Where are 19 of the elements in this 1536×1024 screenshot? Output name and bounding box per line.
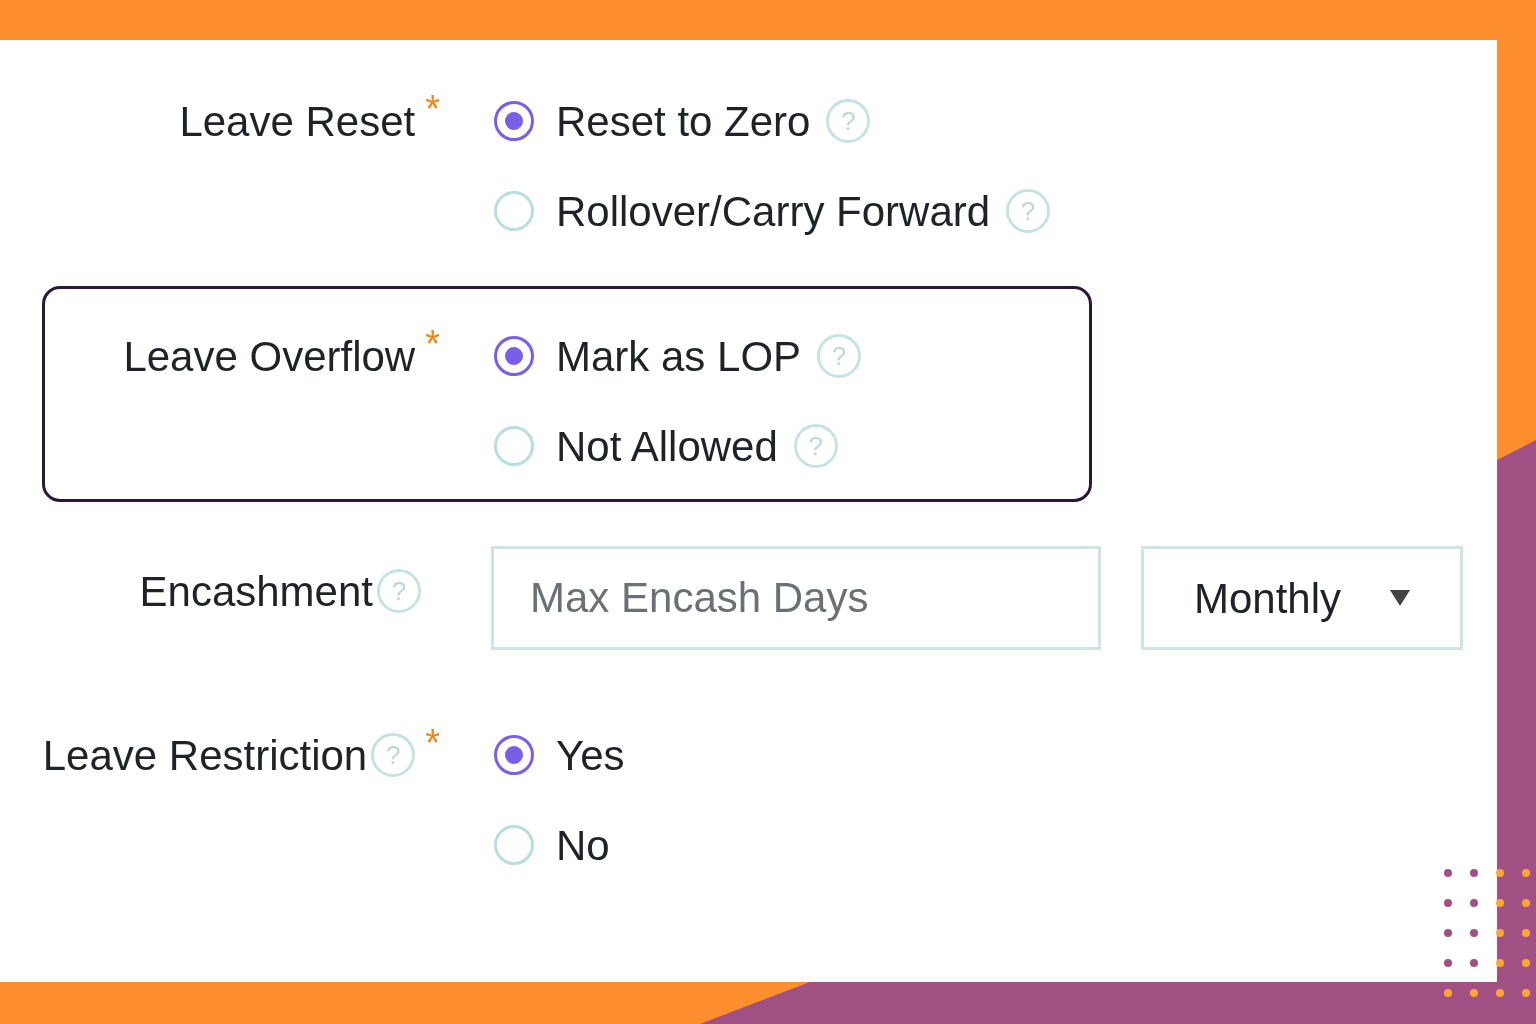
field-label: Leave Reset xyxy=(179,96,416,147)
field-label: Encashment xyxy=(139,566,373,617)
caret-icon xyxy=(1390,590,1410,606)
radio-button[interactable] xyxy=(494,101,534,141)
field-label: Leave Overflow xyxy=(123,331,416,382)
period-select[interactable]: Monthly xyxy=(1141,546,1463,650)
option-label[interactable]: No xyxy=(556,813,610,877)
required-mark: * xyxy=(425,724,440,762)
input-field[interactable]: Max Encash Days xyxy=(491,546,1101,650)
required-mark: * xyxy=(425,90,440,128)
option-label[interactable]: Yes xyxy=(556,723,625,787)
option-label[interactable]: Rollover/Carry Forward xyxy=(556,179,991,243)
required-mark: * xyxy=(425,325,440,363)
option-label[interactable]: Not Allowed xyxy=(556,414,778,478)
option-label[interactable]: Reset to Zero xyxy=(556,89,811,153)
radio-button[interactable] xyxy=(494,735,534,775)
option-label[interactable]: Mark as LOP xyxy=(556,324,802,388)
radio-button[interactable] xyxy=(494,336,534,376)
field-label: Leave Restriction xyxy=(42,730,368,781)
